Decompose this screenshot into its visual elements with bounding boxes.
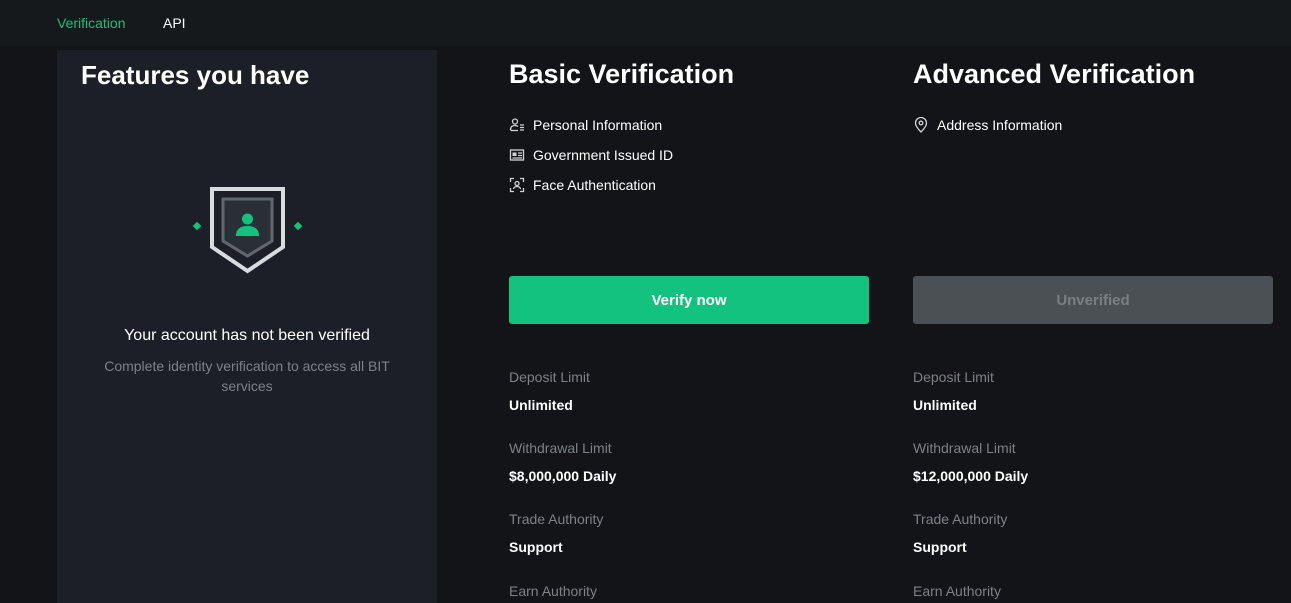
face-scan-icon — [509, 177, 525, 193]
advanced-verification-title: Advanced Verification — [913, 59, 1196, 89]
deposit-limit-label: Deposit Limit — [509, 369, 590, 385]
earn-authority-label: Earn Authority — [913, 583, 1001, 599]
trade-authority-label: Trade Authority — [509, 511, 604, 527]
tab-verification[interactable]: Verification — [57, 15, 125, 31]
deposit-limit-label: Deposit Limit — [913, 369, 994, 385]
basic-verification-title: Basic Verification — [509, 59, 735, 89]
location-pin-icon — [913, 117, 929, 133]
id-card-icon — [509, 147, 525, 163]
trade-authority-label: Trade Authority — [913, 511, 1008, 527]
withdrawal-limit-label: Withdrawal Limit — [913, 440, 1016, 456]
feature-label: Personal Information — [533, 117, 663, 133]
advanced-verification-column: Advanced Verification Address Informatio… — [913, 50, 1273, 603]
trade-authority-value: Support — [913, 539, 967, 555]
withdrawal-limit-label: Withdrawal Limit — [509, 440, 612, 456]
features-panel: Features you have Your account has not b… — [57, 50, 437, 603]
person-list-icon — [509, 117, 525, 133]
features-title: Features you have — [81, 60, 310, 90]
feature-label: Address Information — [937, 117, 1063, 133]
feature-label: Face Authentication — [533, 177, 656, 193]
basic-verification-column: Basic Verification Personal Information … — [509, 50, 869, 603]
withdrawal-limit-value: $8,000,000 Daily — [509, 468, 617, 484]
top-nav: Verification API — [0, 0, 1291, 46]
feature-label: Government Issued ID — [533, 147, 674, 163]
unverified-button: Unverified — [913, 276, 1273, 324]
deposit-limit-value: Unlimited — [913, 397, 977, 413]
feature-personal-information: Personal Information — [509, 115, 662, 135]
feature-face-authentication: Face Authentication — [509, 175, 656, 195]
verification-status-title: Your account has not been verified — [124, 327, 370, 344]
feature-address-information: Address Information — [913, 115, 1062, 135]
deposit-limit-value: Unlimited — [509, 397, 573, 413]
verification-status-description: Complete identity verification to access… — [104, 358, 390, 394]
trade-authority-value: Support — [509, 539, 563, 555]
withdrawal-limit-value: $12,000,000 Daily — [913, 468, 1029, 484]
tab-api[interactable]: API — [163, 15, 186, 31]
earn-authority-label: Earn Authority — [509, 583, 597, 599]
verify-now-button[interactable]: Verify now — [509, 276, 869, 324]
shield-user-icon — [191, 184, 305, 276]
feature-government-id: Government Issued ID — [509, 145, 673, 165]
